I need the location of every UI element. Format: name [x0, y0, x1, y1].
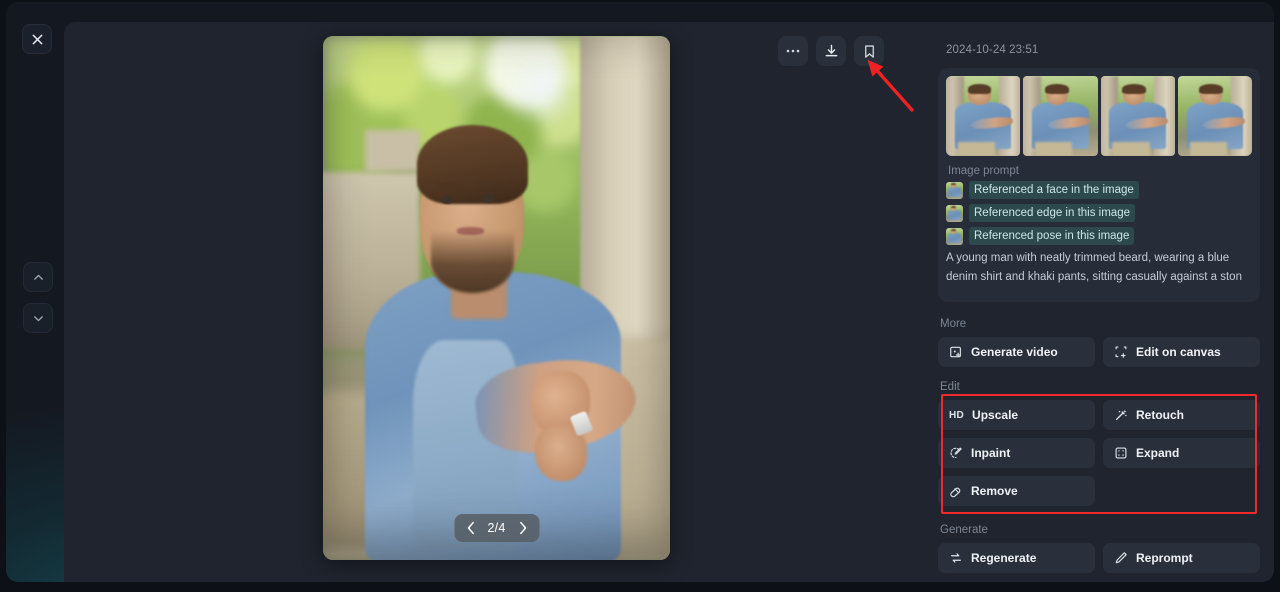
bookmark-button[interactable]	[854, 36, 884, 66]
magic-wand-icon	[1114, 408, 1128, 422]
reference-thumbnail[interactable]	[946, 76, 1021, 156]
close-icon	[32, 34, 43, 45]
pagination-prev-button[interactable]	[463, 517, 478, 539]
reference-chip-thumbnail	[946, 227, 963, 245]
more-options-button[interactable]	[778, 36, 808, 66]
expand-label: Expand	[1136, 446, 1180, 460]
chevron-down-icon	[32, 312, 45, 325]
bookmark-icon	[862, 44, 877, 59]
hd-icon: HD	[949, 409, 965, 421]
reference-chip-thumbnail	[946, 204, 963, 222]
generate-video-label: Generate video	[971, 345, 1058, 359]
image-pagination: 2/4	[454, 514, 539, 542]
reference-chip-row: Referenced pose in this image A young ma…	[946, 227, 1252, 287]
section-edit: Edit HD Upscale Retouch Inpaint Expand R…	[938, 381, 1260, 514]
generated-photo	[323, 36, 670, 560]
reference-thumbnail[interactable]	[1100, 76, 1175, 156]
download-button[interactable]	[816, 36, 846, 66]
eraser-icon	[949, 484, 963, 498]
timestamp: 2024-10-24 23:51	[946, 44, 1039, 56]
inpaint-button[interactable]: Inpaint	[938, 438, 1095, 468]
upscale-label: Upscale	[972, 408, 1019, 422]
reference-chip-pose: Referenced pose in this image	[969, 227, 1135, 245]
image-stage: 2/4	[64, 22, 926, 582]
nav-down-button[interactable]	[23, 303, 53, 333]
reference-chip-row: Referenced a face in the image	[946, 181, 1252, 199]
edit-on-canvas-button[interactable]: Edit on canvas	[1103, 337, 1260, 367]
chevron-left-icon	[467, 521, 474, 535]
app-root: 2/4 2024-10-24 23:51 Image prompt Refere…	[0, 0, 1280, 592]
reprompt-button[interactable]: Reprompt	[1103, 543, 1260, 573]
reference-chip-row: Referenced edge in this image	[946, 204, 1252, 222]
generate-video-button[interactable]: Generate video	[938, 337, 1095, 367]
close-button[interactable]	[22, 24, 52, 54]
reference-thumbnails	[946, 76, 1252, 156]
image-prompt-label: Image prompt	[948, 165, 1019, 177]
reference-chip-edge: Referenced edge in this image	[969, 204, 1135, 222]
reprompt-label: Reprompt	[1136, 551, 1193, 565]
section-more: More Generate video Edit on canvas	[938, 318, 1260, 367]
remove-button[interactable]: Remove	[938, 476, 1095, 506]
chevron-right-icon	[519, 521, 526, 535]
pencil-icon	[1114, 551, 1128, 565]
expand-button[interactable]: Expand	[1103, 438, 1260, 468]
reference-chip-thumbnail	[946, 181, 963, 199]
left-rail	[6, 2, 64, 582]
chevron-up-icon	[32, 271, 45, 284]
canvas-crop-icon	[1114, 345, 1128, 359]
reference-chip-face: Referenced a face in the image	[969, 181, 1139, 199]
main-image[interactable]: 2/4	[323, 36, 670, 560]
section-label-generate: Generate	[940, 524, 988, 536]
refresh-icon	[949, 551, 963, 565]
prompt-text: A young man with neatly trimmed beard, w…	[946, 252, 1242, 283]
ellipsis-icon	[785, 48, 801, 54]
inpaint-label: Inpaint	[971, 446, 1011, 460]
remove-label: Remove	[971, 484, 1018, 498]
content-panel: 2/4 2024-10-24 23:51 Image prompt Refere…	[64, 22, 1274, 582]
page-frame: 2/4 2024-10-24 23:51 Image prompt Refere…	[6, 2, 1274, 582]
section-label-more: More	[940, 318, 967, 330]
reference-thumbnail[interactable]	[1177, 76, 1252, 156]
expand-frame-icon	[1114, 446, 1128, 460]
pagination-label: 2/4	[487, 521, 506, 535]
reference-thumbnail[interactable]	[1023, 76, 1098, 156]
details-panel: 2024-10-24 23:51 Image prompt Referenced…	[926, 22, 1274, 582]
retouch-button[interactable]: Retouch	[1103, 400, 1260, 430]
section-generate: Generate Regenerate Reprompt	[938, 524, 1260, 573]
viewer-toolbar	[778, 36, 884, 66]
regenerate-button[interactable]: Regenerate	[938, 543, 1095, 573]
annotation-arrow	[864, 60, 924, 116]
retouch-label: Retouch	[1136, 408, 1184, 422]
regenerate-label: Regenerate	[971, 551, 1037, 565]
download-icon	[824, 44, 839, 59]
pagination-next-button[interactable]	[515, 517, 530, 539]
inpaint-brush-icon	[949, 446, 963, 460]
nav-up-button[interactable]	[23, 262, 53, 292]
upscale-button[interactable]: HD Upscale	[938, 400, 1095, 430]
edit-on-canvas-label: Edit on canvas	[1136, 345, 1221, 359]
section-label-edit: Edit	[940, 381, 960, 393]
video-frame-icon	[949, 345, 963, 359]
prompt-card: Image prompt Referenced a face in the im…	[938, 68, 1260, 302]
